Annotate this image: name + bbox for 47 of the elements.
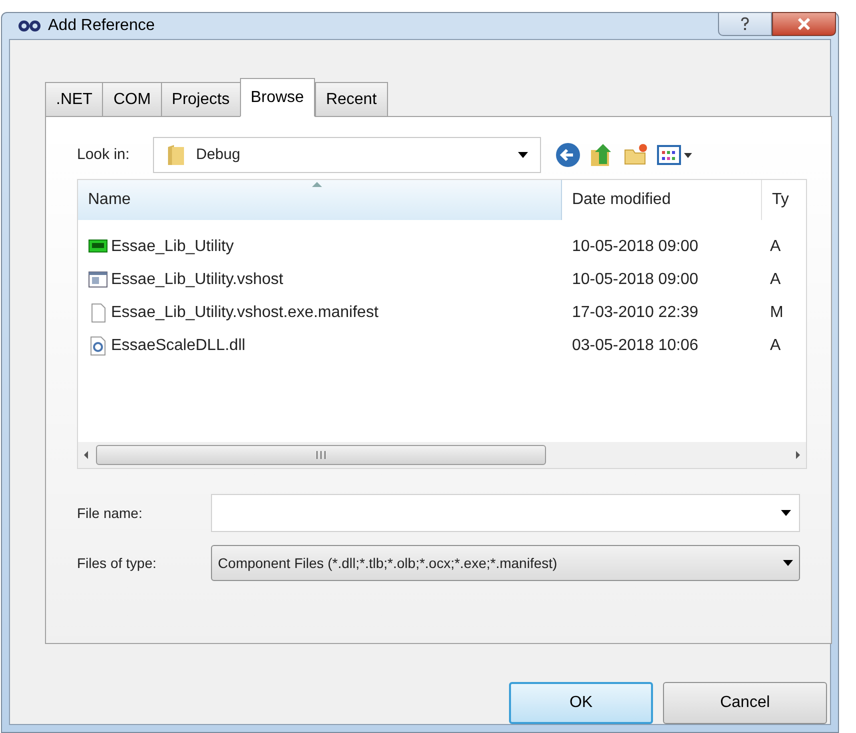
tab[interactable]: .NET — [45, 82, 104, 116]
folder-name: Debug — [196, 144, 242, 165]
tab[interactable]: Browse — [240, 78, 315, 117]
view-menu-button[interactable] — [657, 145, 692, 165]
column-header[interactable]: Name — [78, 180, 562, 220]
ok-button[interactable]: OK — [509, 682, 653, 724]
look-in-dropdown[interactable]: Debug — [153, 137, 541, 173]
window-icon — [88, 270, 108, 290]
cancel-button[interactable]: Cancel — [663, 682, 827, 724]
sort-arrow-icon — [312, 182, 322, 187]
dropdown-arrow-icon — [783, 560, 793, 566]
date-modified: 10-05-2018 09:00 — [571, 236, 700, 256]
scrollbar-thumb[interactable] — [96, 445, 546, 465]
close-button[interactable] — [772, 12, 836, 36]
close-icon — [797, 18, 811, 30]
file-name-label: File name: — [77, 504, 144, 522]
file-type-label: Files of type: — [77, 554, 158, 573]
tab[interactable]: Projects — [160, 82, 241, 116]
folder-icon — [166, 143, 186, 167]
file-name[interactable]: Essae_Lib_Utility — [111, 234, 234, 258]
type-cell-text: A — [769, 336, 781, 356]
file-type-dropdown[interactable]: Component Files (*.dll;*.tlb;*.olb;*.ocx;*.exe;*.manifest) — [210, 545, 800, 581]
file-name[interactable]: Essae_Lib_Utility.vshost — [111, 268, 284, 292]
tab[interactable]: COM — [102, 82, 162, 116]
dropdown-arrow-icon — [781, 510, 791, 516]
type-cell-text: M — [769, 302, 784, 322]
file-name-field[interactable] — [210, 494, 800, 532]
view-grid-icon — [657, 145, 681, 165]
scroll-left-icon[interactable] — [82, 450, 90, 460]
grip-icon — [316, 451, 326, 459]
help-icon — [740, 17, 750, 31]
tab[interactable]: Recent — [314, 82, 388, 116]
scroll-right-icon[interactable] — [794, 450, 802, 460]
type-cell-text: A — [769, 236, 781, 256]
date-modified: 03-05-2018 10:06 — [571, 336, 700, 356]
file-name[interactable]: Essae_Lib_Utility.vshost.exe.manifest — [111, 300, 378, 324]
look-in-label: Look in: — [77, 144, 131, 165]
dropdown-arrow-icon — [684, 152, 692, 158]
date-modified: 17-03-2010 22:39 — [571, 302, 700, 322]
file-type-value: Component Files (*.dll;*.tlb;*.olb;*.ocx;*.exe;*.manifest) — [218, 554, 558, 573]
date-modified: 10-05-2018 09:00 — [571, 270, 700, 290]
back-icon[interactable] — [555, 142, 581, 168]
file-name[interactable]: EssaeScaleDLL.dll — [111, 334, 246, 358]
dropdown-arrow-icon — [518, 152, 528, 158]
window-title: Add Reference — [48, 16, 155, 36]
link-icon — [18, 20, 42, 32]
type-cell-text: A — [769, 270, 781, 290]
